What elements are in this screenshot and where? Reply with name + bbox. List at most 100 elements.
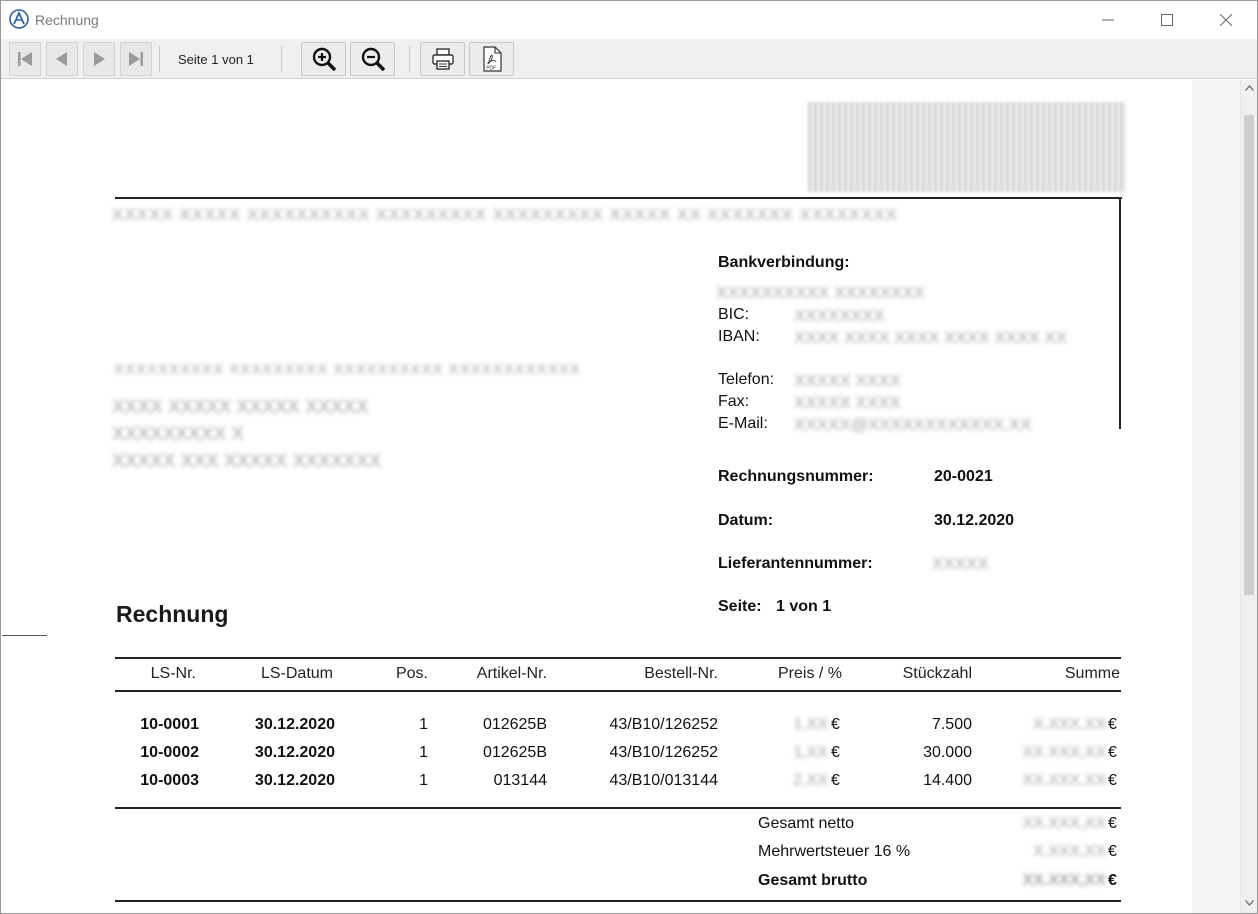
- telefon-label: Telefon:: [718, 371, 775, 388]
- row1-ls-nr: 10-0001: [140, 716, 199, 733]
- next-page-button[interactable]: [83, 42, 115, 76]
- table-header-rule: [115, 690, 1121, 692]
- toolbar-separator: [159, 46, 160, 72]
- bic-label: BIC:: [718, 306, 750, 323]
- row3-stueckzahl: 14.400: [923, 772, 972, 789]
- row2-summe-currency: €: [1108, 744, 1117, 761]
- report-window: Rechnung Seite 1 von 1 PDF XXXXX XXXXX X…: [0, 0, 1258, 914]
- table-top-rule: [115, 657, 1121, 659]
- row3-artikel: 013144: [493, 772, 547, 789]
- zoom-out-icon: [361, 47, 385, 72]
- row1-preis: 1,XX: [793, 716, 828, 733]
- chevron-down-icon: [1245, 900, 1254, 906]
- iban-label: IBAN:: [718, 328, 760, 345]
- col-header-pos: Pos.: [395, 665, 428, 682]
- lieferantennummer-label: Lieferantennummer:: [718, 555, 873, 572]
- header-rule: [115, 197, 1122, 199]
- fold-mark: [2, 635, 47, 636]
- scroll-down-button[interactable]: [1241, 895, 1258, 912]
- export-pdf-button[interactable]: PDF: [469, 42, 514, 76]
- viewer-toolbar: Seite 1 von 1 PDF: [1, 39, 1257, 79]
- table-bottom-rule: [115, 807, 1121, 809]
- bic-value: XXXXXXXX: [794, 306, 885, 325]
- last-page-button[interactable]: [120, 42, 152, 76]
- brutto-label: Gesamt brutto: [758, 872, 868, 889]
- maximize-button[interactable]: [1138, 1, 1196, 39]
- row3-ls-datum: 30.12.2020: [254, 772, 335, 789]
- row3-bestell: 43/B10/013144: [609, 772, 718, 789]
- col-header-artikel-nr: Artikel-Nr.: [476, 665, 547, 682]
- row1-artikel: 012625B: [482, 716, 547, 733]
- row2-bestell: 43/B10/126252: [609, 744, 718, 761]
- row1-stueckzahl: 7.500: [931, 716, 972, 733]
- row2-preis-currency: €: [831, 744, 840, 761]
- mwst-currency: €: [1108, 843, 1117, 860]
- scroll-up-button[interactable]: [1241, 80, 1258, 97]
- row2-preis: 1,XX: [793, 744, 828, 761]
- col-header-stueckzahl: Stückzahl: [902, 665, 972, 682]
- row2-ls-nr: 10-0002: [140, 744, 199, 761]
- minimize-icon: [1102, 19, 1114, 21]
- row3-preis-currency: €: [831, 772, 840, 789]
- row3-pos: 1: [419, 772, 428, 789]
- seite-value: 1 von 1: [776, 598, 832, 615]
- row1-pos: 1: [419, 716, 428, 733]
- email-label: E-Mail:: [718, 415, 768, 432]
- vertical-scrollbar[interactable]: [1240, 80, 1257, 913]
- datum-label: Datum:: [718, 512, 774, 529]
- row2-artikel: 012625B: [482, 744, 547, 761]
- recipient-name: XXXX XXXXX XXXXX XXXXX: [112, 397, 369, 418]
- netto-value: XX.XXX,XX: [1022, 815, 1106, 832]
- print-button[interactable]: [420, 42, 465, 76]
- mwst-label: Mehrwertsteuer 16 %: [758, 843, 911, 860]
- first-page-icon: [18, 52, 32, 66]
- chevron-up-icon: [1245, 85, 1254, 91]
- zoom-in-button[interactable]: [301, 42, 346, 76]
- col-header-bestell-nr: Bestell-Nr.: [644, 665, 718, 682]
- pdf-icon: PDF: [482, 46, 502, 72]
- row3-ls-nr: 10-0003: [140, 772, 199, 789]
- pdf-icon-label: PDF: [486, 66, 496, 72]
- document-viewer[interactable]: XXXXX XXXXX XXXXXXXXXX XXXXXXXXX XXXXXXX…: [2, 80, 1240, 913]
- brutto-currency: €: [1108, 872, 1117, 889]
- previous-page-button[interactable]: [46, 42, 78, 76]
- toolbar-separator: [409, 46, 410, 72]
- print-icon: [431, 48, 454, 70]
- row1-bestell: 43/B10/126252: [609, 716, 718, 733]
- col-header-ls-nr: LS-Nr.: [150, 665, 196, 682]
- rechnungsnummer-label: Rechnungsnummer:: [718, 468, 874, 485]
- fax-label: Fax:: [718, 393, 750, 410]
- datum-value: 30.12.2020: [934, 512, 1015, 529]
- row3-preis: 2,XX: [793, 772, 828, 789]
- email-value: XXXXX@XXXXXXXXXXXX.XX: [794, 415, 1032, 434]
- bank-name: XXXXXXXXXX XXXXXXXX: [716, 283, 925, 302]
- recipient-city: XXXXX XXX XXXXX XXXXXXX: [112, 451, 382, 472]
- rechnungsnummer-value: 20-0021: [934, 468, 993, 485]
- next-page-icon: [94, 52, 105, 66]
- zoom-out-button[interactable]: [350, 42, 395, 76]
- col-header-preis: Preis / %: [777, 665, 842, 682]
- row2-ls-datum: 30.12.2020: [254, 744, 335, 761]
- close-button[interactable]: [1197, 1, 1255, 39]
- zoom-in-icon: [312, 47, 336, 72]
- row1-ls-datum: 30.12.2020: [254, 716, 335, 733]
- first-page-button[interactable]: [9, 42, 41, 76]
- row2-summe: XX.XXX,XX: [1022, 744, 1106, 761]
- row3-summe-currency: €: [1108, 772, 1117, 789]
- recipient-street: XXXXXXXXX X: [112, 424, 245, 445]
- minimize-button[interactable]: [1079, 1, 1137, 39]
- seite-label: Seite:: [718, 598, 762, 615]
- app-logo-icon: [9, 9, 29, 29]
- recipient-return-line: XXXXXXXXXX XXXXXXXXX XXXXXXXXXX XXXXXXXX…: [114, 361, 581, 378]
- sender-address-line: XXXXX XXXXX XXXXXXXXXX XXXXXXXXX XXXXXXX…: [112, 205, 899, 224]
- row2-pos: 1: [419, 744, 428, 761]
- netto-label: Gesamt netto: [758, 815, 855, 832]
- close-icon: [1220, 14, 1232, 26]
- totals-bottom-rule: [115, 900, 1121, 902]
- mwst-value: X.XXX,XX: [1033, 843, 1106, 860]
- row1-summe: X.XXX,XX: [1033, 716, 1106, 733]
- document-heading: Rechnung: [116, 601, 229, 627]
- scrollbar-thumb[interactable]: [1244, 115, 1254, 595]
- row1-preis-currency: €: [831, 716, 840, 733]
- row2-stueckzahl: 30.000: [923, 744, 972, 761]
